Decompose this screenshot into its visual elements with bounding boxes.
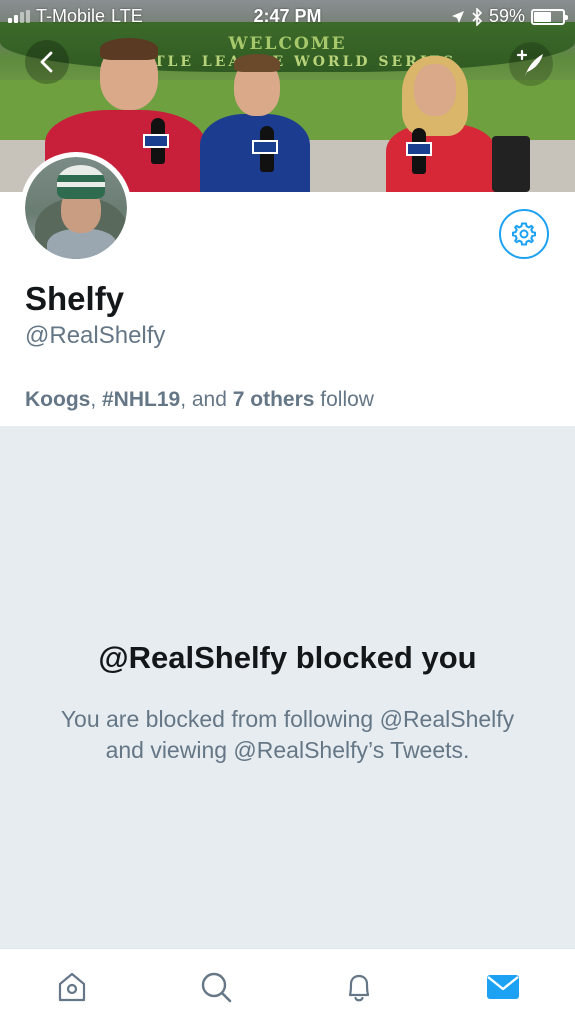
banner-chair: [492, 136, 530, 192]
back-button[interactable]: [25, 40, 69, 84]
settings-button[interactable]: [499, 209, 549, 259]
follower-separator-2: , and: [180, 388, 233, 411]
blocked-panel: @RealShelfy blocked you You are blocked …: [0, 426, 575, 948]
tab-notifications[interactable]: [288, 949, 432, 1024]
tab-bar: [0, 948, 575, 1024]
banner-person-right: [386, 52, 496, 192]
bluetooth-icon: [472, 7, 483, 26]
display-name: Shelfy: [25, 280, 125, 317]
chevron-left-icon: [40, 51, 53, 73]
battery-percent: 59%: [488, 6, 525, 26]
compose-tweet-button[interactable]: [509, 42, 553, 86]
battery-icon: [531, 8, 568, 25]
home-icon: [58, 972, 85, 1001]
follower-separator-1: ,: [90, 388, 102, 411]
tab-home[interactable]: [0, 949, 144, 1024]
follower-suffix: follow: [314, 388, 374, 411]
profile-handle: @RealShelfy: [25, 322, 166, 349]
status-bar: T-Mobile LTE 2:47 PM 59%: [0, 0, 575, 32]
follower-others-count: 7 others: [232, 388, 315, 411]
compose-feather-icon: [516, 49, 543, 76]
tab-messages[interactable]: [431, 949, 575, 1024]
avatar-photo: [25, 157, 127, 259]
avatar[interactable]: [20, 152, 132, 264]
blocked-title: @RealShelfy blocked you: [98, 640, 477, 675]
follower-name-2: #NHL19: [102, 388, 181, 411]
banner-person-middle: [200, 52, 310, 192]
bell-icon: [349, 974, 370, 1001]
follower-name-1: Koogs: [25, 388, 91, 411]
location-icon: [451, 10, 464, 23]
blocked-description: You are blocked from following @RealShel…: [60, 706, 515, 763]
followed-by-line[interactable]: Koogs, #NHL19, and 7 others follow: [25, 388, 374, 412]
mail-icon: [487, 974, 520, 999]
gear-icon: [512, 222, 536, 246]
search-icon: [201, 972, 231, 1002]
tab-search[interactable]: [144, 949, 288, 1024]
